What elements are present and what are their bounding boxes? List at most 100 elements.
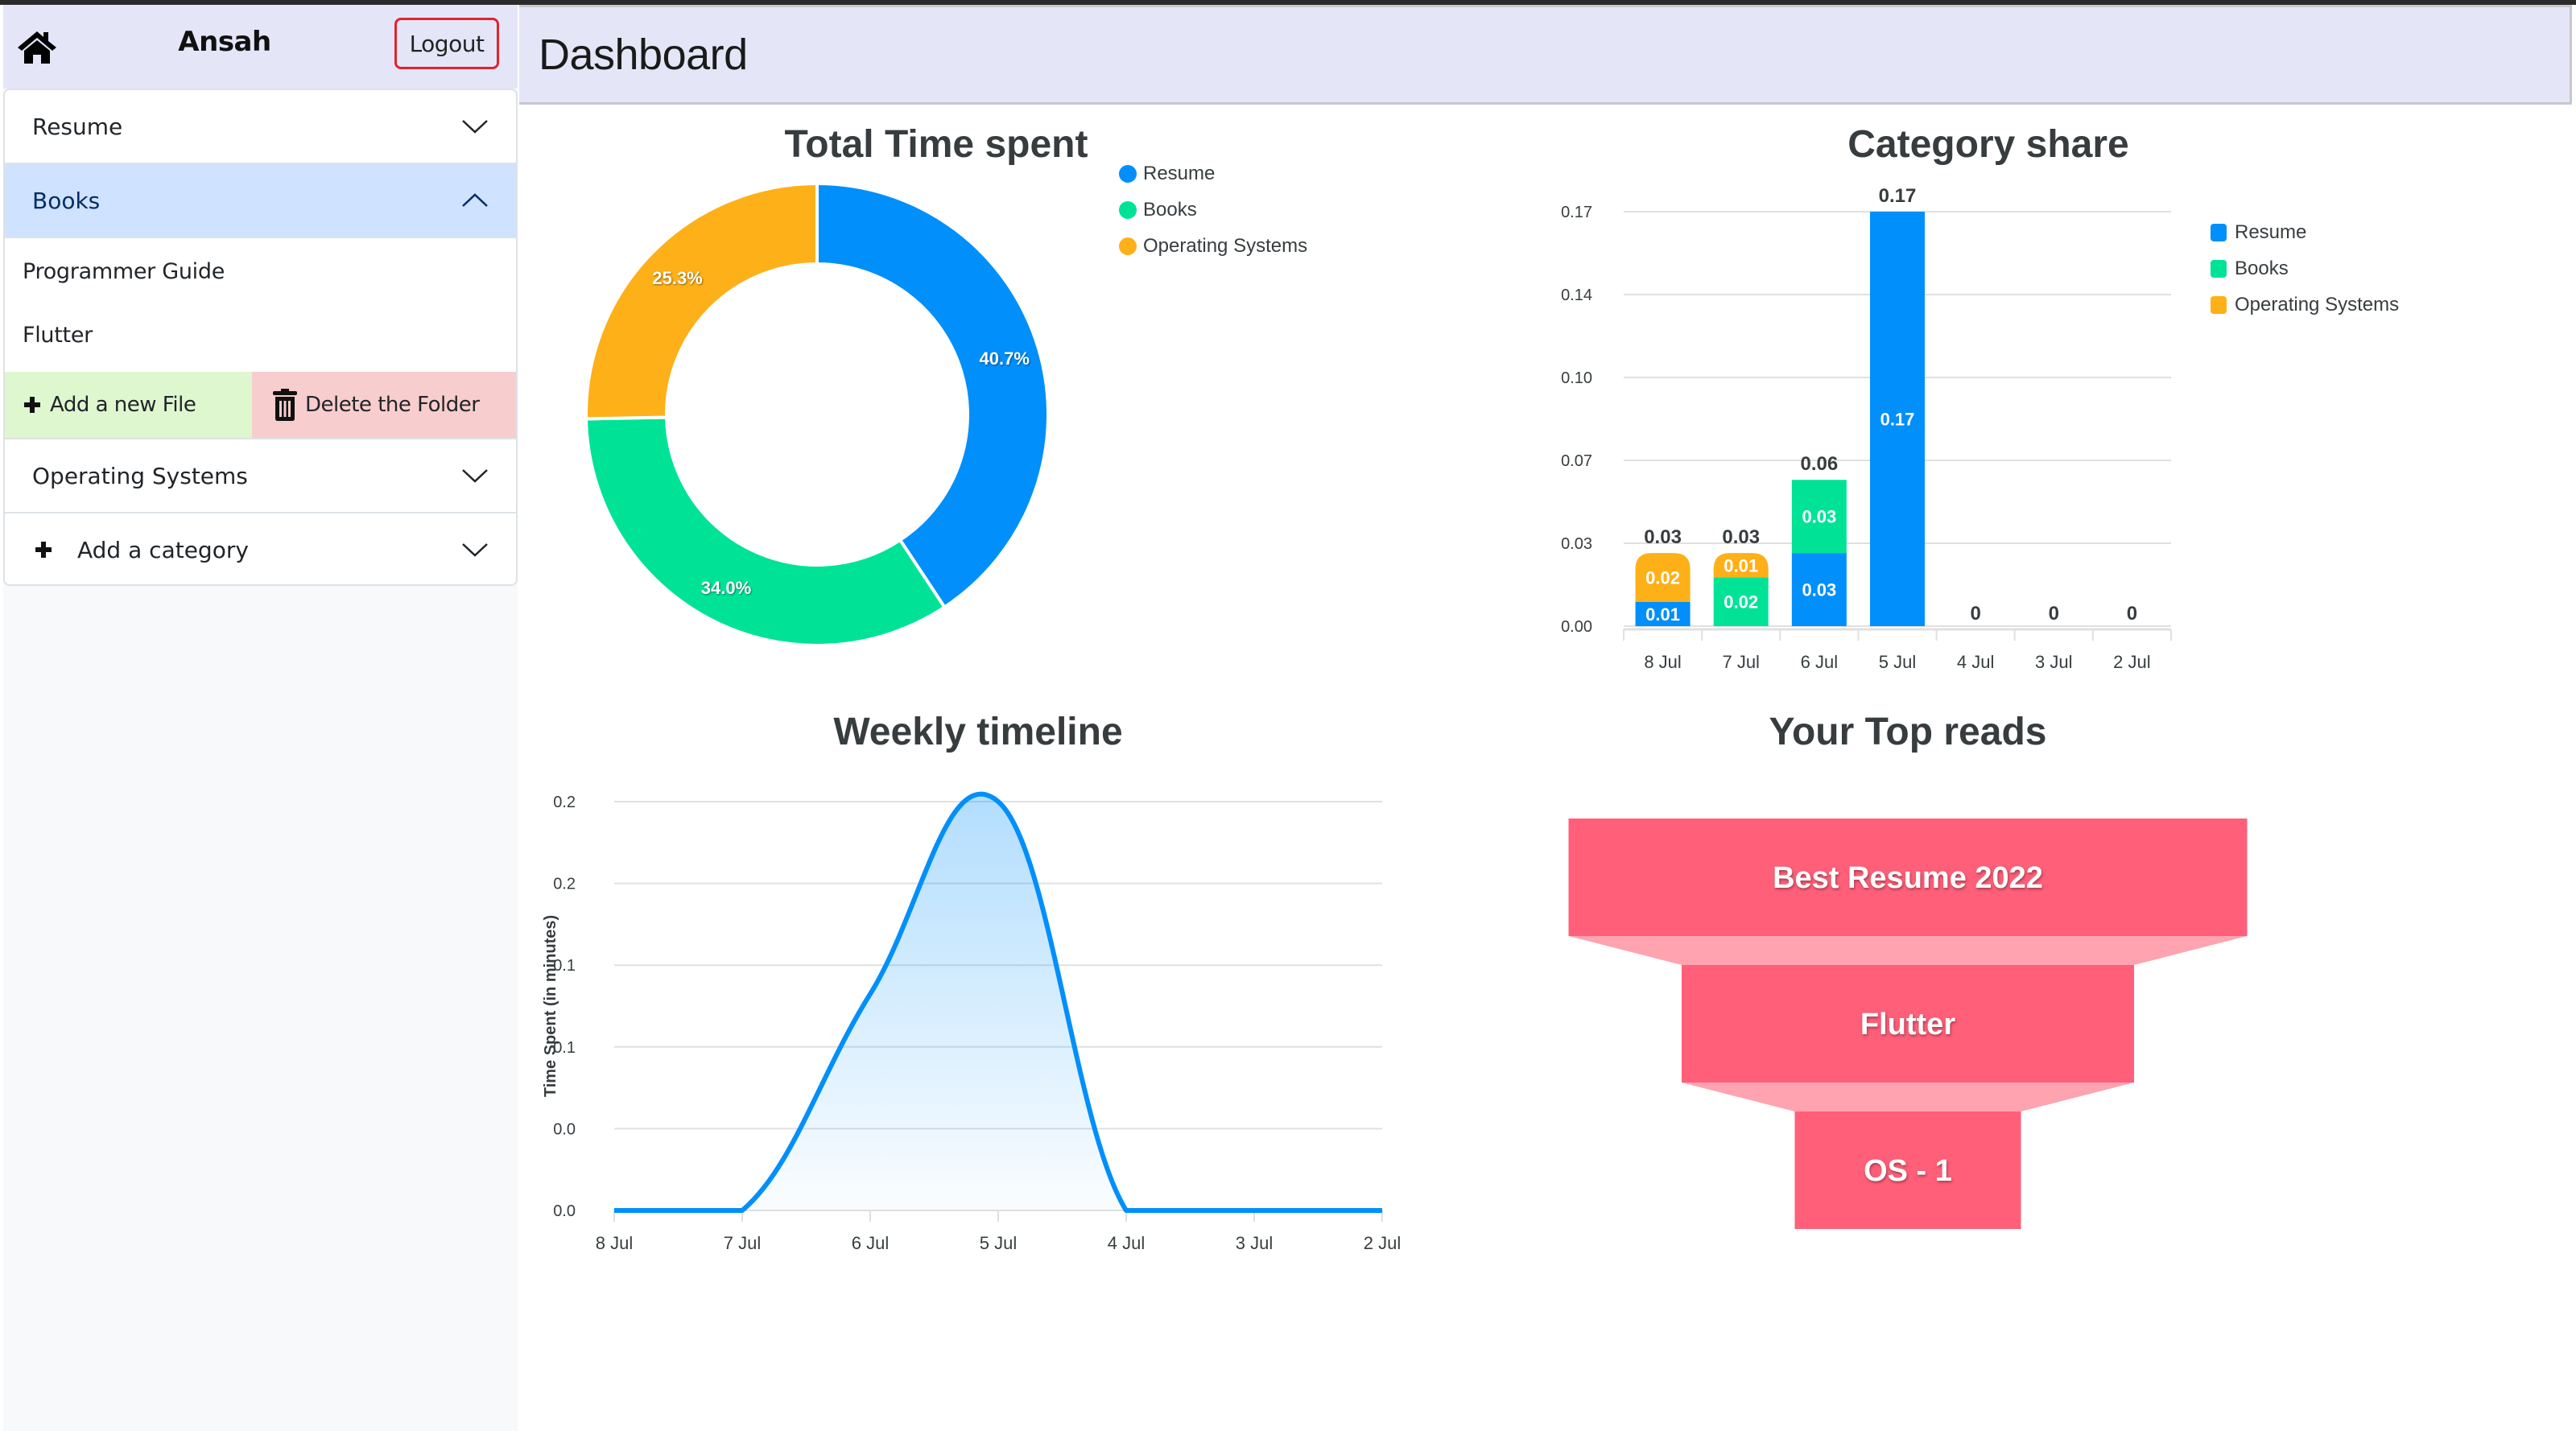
x-tick-label: 7 Jul (724, 1233, 761, 1253)
file-item[interactable]: Flutter (23, 323, 93, 348)
legend-item-resume[interactable]: Resume (2211, 214, 2399, 250)
donut-data-label: 40.7% (980, 348, 1030, 369)
donut-slice-books (584, 415, 947, 647)
x-tick-label: 5 Jul (980, 1233, 1017, 1253)
top-reads-funnel: Best Resume 2022 Flutter OS - 1 (1568, 819, 2248, 1229)
donut-chart-title: Total Time spent (784, 123, 1088, 166)
area-fill (614, 794, 1382, 1210)
funnel-connector (1682, 1083, 2134, 1111)
x-tick-label: 3 Jul (2035, 652, 2072, 672)
bar-segment-label: 0.02 (1724, 592, 1758, 612)
bar-total-label: 0 (1970, 603, 1980, 625)
legend-item-operating-systems[interactable]: Operating Systems (1119, 228, 1307, 264)
legend-label: Books (2235, 257, 2289, 279)
y-tick-label: 0.10 (1561, 369, 1592, 387)
accordion-label: Operating Systems (32, 462, 248, 489)
donut-slice-operating-systems (584, 181, 819, 421)
bar-segment-label: 0.02 (1645, 567, 1680, 588)
donut-chart: 40.7% 34.0% 25.3% (584, 181, 1050, 647)
funnel-label: Flutter (1860, 1008, 1955, 1041)
funnel-label: Best Resume 2022 (1773, 861, 2043, 895)
y-tick-label: 0.00 (1561, 618, 1592, 636)
x-tick-label: 3 Jul (1236, 1233, 1273, 1253)
funnel-label: OS - 1 (1864, 1154, 1952, 1188)
folder-actions: Add a new File Delete the Folder (5, 372, 516, 439)
legend-item-books[interactable]: Books (2211, 250, 2399, 287)
delete-folder-button[interactable]: Delete the Folder (252, 372, 516, 438)
accordion-label: Resume (32, 113, 123, 140)
donut-legend: Resume Books Operating Systems (1119, 155, 1307, 264)
funnel-connector (1568, 936, 2248, 965)
bar-total-label: 0.03 (1644, 526, 1682, 548)
x-tick-label: 6 Jul (1801, 652, 1838, 672)
x-tick-label: 2 Jul (2113, 652, 2150, 672)
donut-data-label: 25.3% (652, 268, 702, 288)
y-tick-label: 0.2 (553, 794, 576, 811)
x-tick-label: 4 Jul (1108, 1233, 1145, 1253)
legend-marker (1119, 164, 1137, 183)
y-axis-title: Time Spent (in minutes) (542, 915, 559, 1097)
x-tick-label: 5 Jul (1879, 652, 1916, 672)
category-accordion: Resume Books Programmer Guide Flutter Ad… (3, 89, 518, 586)
bar-segment-label: 0.01 (1645, 604, 1680, 625)
legend-marker (2211, 295, 2227, 314)
add-file-label: Add a new File (50, 393, 196, 417)
weekly-timeline-chart: 0.00.00.10.10.20.2Time Spent (in minutes… (542, 791, 1401, 1253)
bar-total-label: 0.03 (1722, 526, 1760, 548)
bar-segment-label: 0.01 (1724, 555, 1758, 575)
plus-icon (35, 542, 52, 558)
bar-chart-title: Category share (1847, 123, 2129, 166)
legend-label: Books (1143, 198, 1197, 221)
chevron-down-icon (462, 543, 488, 557)
delete-folder-label: Delete the Folder (305, 393, 480, 417)
bar-total-label: 0.17 (1879, 185, 1917, 207)
trash-icon (273, 389, 297, 421)
add-file-button[interactable]: Add a new File (5, 372, 252, 438)
add-category-toggle[interactable]: Add a category (5, 513, 516, 584)
legend-marker (1119, 200, 1137, 219)
logout-button[interactable]: Logout (394, 18, 499, 69)
add-category-label: Add a category (77, 536, 249, 563)
legend-item-books[interactable]: Books (1119, 192, 1307, 228)
accordion-item-books[interactable]: Books (5, 164, 516, 238)
legend-label: Operating Systems (1143, 234, 1308, 257)
accordion-item-operating-systems[interactable]: Operating Systems (5, 439, 516, 513)
legend-item-resume[interactable]: Resume (1119, 155, 1307, 192)
legend-marker (2211, 223, 2227, 241)
y-tick-label: 0.0 (553, 1202, 576, 1220)
timeline-chart-title: Weekly timeline (833, 711, 1123, 753)
x-tick-label: 2 Jul (1364, 1233, 1401, 1253)
donut-data-label: 34.0% (701, 578, 751, 598)
sidebar: Ansah Logout Resume Books Programmer Gui… (3, 5, 518, 1431)
legend-label: Resume (2235, 221, 2307, 243)
legend-item-operating-systems[interactable]: Operating Systems (2211, 287, 2399, 323)
accordion-label: Books (32, 187, 101, 214)
chevron-down-icon (462, 120, 488, 134)
chevron-down-icon (462, 469, 488, 483)
sidebar-header: Ansah Logout (3, 5, 518, 89)
y-tick-label: 0.03 (1561, 535, 1592, 553)
y-tick-label: 0.07 (1561, 452, 1592, 470)
category-share-chart: 0.00 0.03 0.07 0.10 0.14 0.17 8 Jul 0.01 0.02 0.0… (1561, 185, 2172, 672)
file-item[interactable]: Programmer Guide (23, 259, 225, 284)
bar-legend: Resume Books Operating Systems (2211, 214, 2399, 323)
legend-label: Operating Systems (2235, 293, 2400, 315)
chevron-up-icon (462, 193, 488, 207)
x-tick-label: 7 Jul (1722, 652, 1759, 672)
x-tick-label: 8 Jul (596, 1233, 633, 1253)
bar-segment-label: 0.03 (1802, 507, 1836, 527)
funnel-chart-title: Your Top reads (1769, 711, 2047, 753)
home-icon[interactable] (16, 29, 58, 64)
accordion-item-resume[interactable]: Resume (5, 90, 516, 164)
bar-total-label: 0.06 (1800, 453, 1838, 475)
bar-total-label: 0 (2127, 603, 2137, 625)
x-tick-label: 6 Jul (852, 1233, 889, 1253)
bar-total-label: 0 (2049, 603, 2059, 625)
y-tick-label: 0.0 (553, 1120, 576, 1138)
y-tick-label: 0.17 (1561, 204, 1592, 221)
legend-marker (1119, 237, 1137, 255)
page-header: Dashboard (519, 5, 2572, 105)
bar-segment-label: 0.03 (1802, 580, 1836, 600)
x-tick-label: 4 Jul (1957, 652, 1994, 672)
bar-segment-label: 0.17 (1880, 410, 1915, 430)
